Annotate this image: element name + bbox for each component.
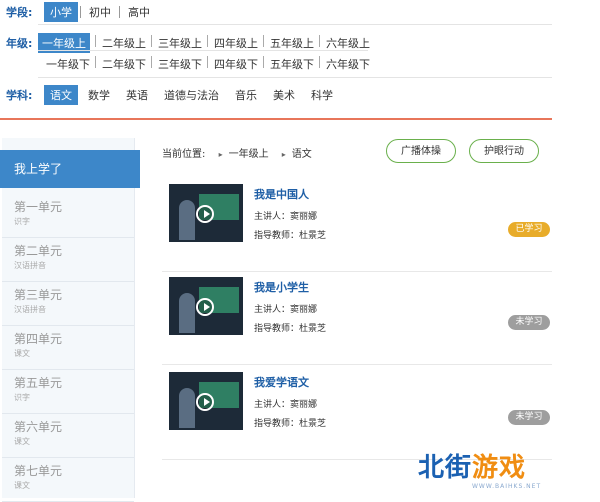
- divider: [319, 56, 320, 68]
- unit-subtitle: 汉语拼音: [14, 261, 46, 270]
- subject-option-math[interactable]: 数学: [82, 85, 116, 105]
- unit-title: 第六单元: [14, 420, 63, 434]
- subject-option-english[interactable]: 英语: [120, 85, 154, 105]
- divider: [207, 56, 208, 68]
- course-title[interactable]: 我是小学生: [254, 279, 309, 295]
- section-divider: [0, 118, 552, 120]
- unit-subtitle: 识字: [14, 393, 30, 402]
- status-badge: 已学习: [508, 222, 550, 237]
- subject-label: 学科:: [6, 89, 33, 102]
- unit-title: 第二单元: [14, 244, 63, 258]
- divider: [162, 364, 552, 365]
- eye-care-button[interactable]: 护眼行动: [469, 139, 539, 163]
- grade-option-2b[interactable]: 二年级下: [98, 54, 150, 74]
- divider: [38, 50, 368, 51]
- unit-subtitle: 课文: [14, 437, 30, 446]
- chevron-right-icon: ▸: [218, 150, 223, 159]
- unit-sidebar: 我上学了 第一单元 识字 第二单元 汉语拼音 第三单元 汉语拼音 第四单元 课文…: [0, 138, 140, 502]
- play-icon[interactable]: [196, 393, 214, 411]
- breadcrumb-item-subject[interactable]: 语文: [292, 149, 312, 160]
- play-icon[interactable]: [196, 298, 214, 316]
- video-thumbnail[interactable]: [169, 372, 243, 430]
- thumbnail-teacher: [179, 200, 195, 240]
- unit-title: 第四单元: [14, 332, 63, 346]
- watermark-logo: 北街游戏: [418, 447, 526, 484]
- stage-option-middle[interactable]: 初中: [83, 2, 117, 22]
- sidebar-item-unit-3[interactable]: 第三单元 汉语拼音: [2, 282, 134, 326]
- sidebar-item-unit-6[interactable]: 第六单元 课文: [2, 414, 134, 458]
- divider: [319, 35, 320, 47]
- divider: [151, 35, 152, 47]
- subject-filter: 学科: 语文 数学 英语 道德与法治 音乐 美术 科学: [0, 85, 339, 105]
- course-item[interactable]: 我是中国人 主讲人：窦丽娜 指导教师：杜景芝 已学习: [162, 182, 552, 272]
- status-badge: 未学习: [508, 315, 550, 330]
- course-item[interactable]: 我是小学生 主讲人：窦丽娜 指导教师：杜景芝 未学习: [162, 275, 552, 365]
- divider: [38, 24, 552, 25]
- course-lecturer: 主讲人：窦丽娜: [254, 305, 318, 315]
- course-lecturer: 主讲人：窦丽娜: [254, 212, 318, 222]
- stage-label: 学段:: [6, 6, 33, 19]
- course-mentor: 指导教师：杜景芝: [254, 419, 327, 429]
- watermark-part1: 北街: [418, 453, 473, 483]
- subject-option-morality[interactable]: 道德与法治: [158, 85, 225, 105]
- unit-title: 第七单元: [14, 464, 63, 478]
- divider: [119, 6, 120, 18]
- watermark-url: WWW.BAIHKS.NET: [472, 483, 542, 490]
- video-thumbnail[interactable]: [169, 277, 243, 335]
- sidebar-item-unit-5[interactable]: 第五单元 识字: [2, 370, 134, 414]
- sidebar-header[interactable]: 我上学了: [0, 150, 140, 188]
- filter-panel: 学段: 小学 初中 高中 年级: 一年级上 二年级上 三年级上 四年级上 五年级…: [0, 0, 552, 118]
- divider: [263, 35, 264, 47]
- sidebar-item-unit-7[interactable]: 第七单元 课文: [2, 458, 134, 502]
- unit-title: 第五单元: [14, 376, 63, 390]
- course-title[interactable]: 我爱学语文: [254, 374, 309, 390]
- subject-option-science[interactable]: 科学: [305, 85, 339, 105]
- breadcrumb-label: 当前位置:: [162, 149, 206, 160]
- grade-option-6b[interactable]: 六年级下: [322, 54, 374, 74]
- grade-option-1b[interactable]: 一年级下: [42, 54, 94, 74]
- divider: [38, 77, 552, 78]
- course-title[interactable]: 我是中国人: [254, 186, 309, 202]
- sidebar-item-unit-1[interactable]: 第一单元 识字: [2, 194, 134, 238]
- subject-option-music[interactable]: 音乐: [229, 85, 263, 105]
- grade-option-5b[interactable]: 五年级下: [266, 54, 318, 74]
- breadcrumb-item-grade[interactable]: 一年级上: [229, 149, 269, 160]
- video-thumbnail[interactable]: [169, 184, 243, 242]
- divider: [95, 56, 96, 68]
- divider: [151, 56, 152, 68]
- unit-title: 第一单元: [14, 200, 63, 214]
- status-badge: 未学习: [508, 410, 550, 425]
- divider: [95, 35, 96, 47]
- watermark-part2: 游戏: [472, 453, 527, 483]
- breadcrumb: 当前位置: ▸ 一年级上 ▸ 语文: [162, 145, 312, 160]
- stage-filter: 学段: 小学 初中 高中: [0, 2, 156, 22]
- stage-option-primary[interactable]: 小学: [44, 2, 78, 22]
- play-icon[interactable]: [196, 205, 214, 223]
- course-mentor: 指导教师：杜景芝: [254, 231, 327, 241]
- course-mentor: 指导教师：杜景芝: [254, 324, 327, 334]
- divider: [263, 56, 264, 68]
- course-lecturer: 主讲人：窦丽娜: [254, 400, 318, 410]
- sidebar-item-unit-2[interactable]: 第二单元 汉语拼音: [2, 238, 134, 282]
- divider: [162, 271, 552, 272]
- unit-subtitle: 课文: [14, 481, 30, 490]
- stage-option-high[interactable]: 高中: [122, 2, 156, 22]
- chevron-right-icon: ▸: [281, 150, 286, 159]
- divider: [207, 35, 208, 47]
- thumbnail-teacher: [179, 388, 195, 428]
- divider: [80, 6, 81, 18]
- unit-subtitle: 课文: [14, 349, 30, 358]
- unit-subtitle: 识字: [14, 217, 30, 226]
- grade-option-4b[interactable]: 四年级下: [210, 54, 262, 74]
- grade-option-3b[interactable]: 三年级下: [154, 54, 206, 74]
- subject-option-chinese[interactable]: 语文: [44, 85, 78, 105]
- unit-subtitle: 汉语拼音: [14, 305, 46, 314]
- unit-title: 第三单元: [14, 288, 63, 302]
- subject-option-art[interactable]: 美术: [267, 85, 301, 105]
- broadcast-exercise-button[interactable]: 广播体操: [386, 139, 456, 163]
- sidebar-item-unit-4[interactable]: 第四单元 课文: [2, 326, 134, 370]
- thumbnail-teacher: [179, 293, 195, 333]
